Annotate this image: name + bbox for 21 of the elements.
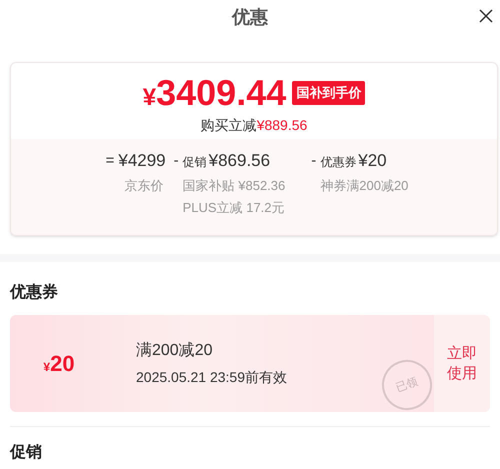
price-badge: 国补到手价 [292, 81, 366, 105]
term-detail: 国家补贴 ¥852.36 [182, 177, 286, 195]
operator-sign: = [106, 151, 114, 171]
final-price: ¥3409.44 [142, 75, 286, 111]
section-title: 优惠券 [10, 282, 59, 303]
close-icon[interactable] [478, 8, 494, 24]
operator-sign: - [311, 151, 316, 171]
term-detail: 神券满200减20 [320, 177, 408, 195]
operator-sign: - [174, 151, 179, 171]
panel-title: 优惠 [232, 6, 268, 28]
section-title: 促销 [10, 443, 43, 463]
coupon-validity: 2025.05.21 23:59前有效 [136, 368, 287, 387]
term-amount: 促销¥869.56 [182, 150, 272, 172]
term-detail: PLUS立减 17.2元 [182, 198, 286, 216]
saving-text: 购买立减¥889.56 [200, 116, 308, 135]
coupon-value: ¥20 [43, 350, 75, 378]
term-amount: ¥4299 [118, 150, 166, 172]
term-amount: 优惠券¥20 [320, 150, 388, 172]
coupon-name: 满200减20 [136, 340, 212, 361]
use-now-button[interactable]: 立即使用 [434, 315, 490, 412]
term-detail: 京东价 [123, 177, 164, 195]
